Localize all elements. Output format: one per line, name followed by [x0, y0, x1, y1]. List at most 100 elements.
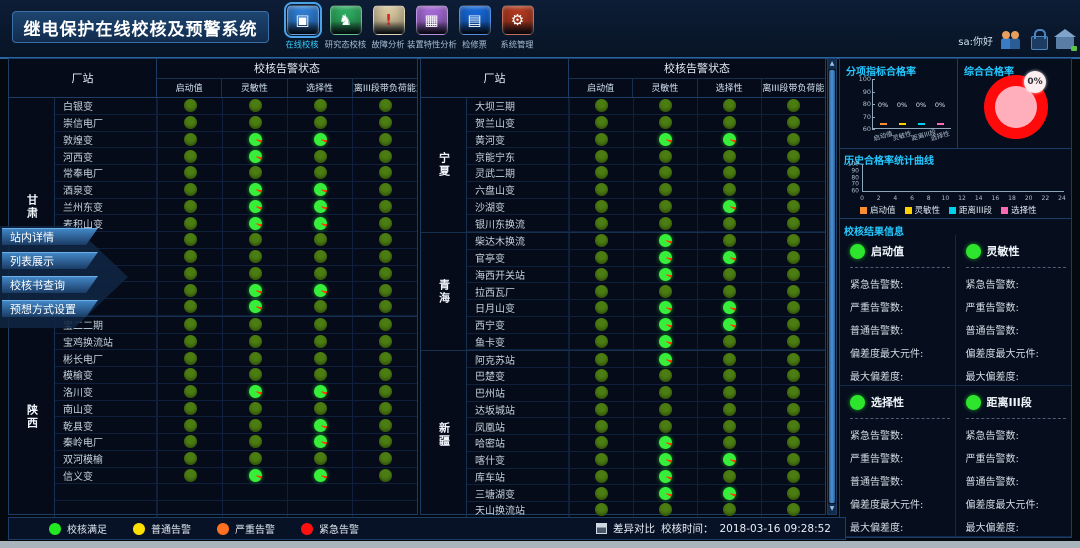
status-dot [379, 452, 392, 465]
scroll-up-icon[interactable]: ▲ [828, 59, 836, 69]
station-row[interactable]: 河西变 [55, 148, 417, 165]
side-menu-button[interactable]: 列表展示 [2, 252, 98, 269]
nav-tab-fault-analysis[interactable]: !故障分析 [367, 5, 410, 51]
status-cell [697, 115, 761, 131]
station-row[interactable]: 三塘湖变 [467, 485, 825, 502]
station-row[interactable]: 凤凰站 [467, 418, 825, 435]
station-row[interactable]: 酒泉变 [55, 182, 417, 199]
legend-item: 距离III段 [949, 204, 992, 216]
station-row[interactable]: 秦岭电厂 [55, 434, 417, 451]
station-row[interactable]: 拉西瓦厂 [467, 283, 825, 300]
station-row[interactable]: 双河模榆 [55, 451, 417, 468]
station-row[interactable]: 宝二二期 [55, 317, 417, 334]
nav-tab-maintenance-ticket[interactable]: ▤检修票 [453, 5, 496, 51]
x-axis-tick: 18 [1008, 195, 1016, 202]
users-icon[interactable] [1001, 31, 1023, 49]
station-row[interactable]: 沙湖变 [467, 199, 825, 216]
status-dot [595, 150, 608, 163]
station-row[interactable] [55, 299, 417, 316]
station-row[interactable]: 银川东换流 [467, 215, 825, 232]
station-row[interactable]: 日月山变 [467, 300, 825, 317]
station-group-rows: 柴达木换流官亭变海西开关站拉西瓦厂日月山变西宁变鱼卡变 [467, 233, 825, 350]
status-dot [723, 453, 736, 466]
station-row[interactable] [55, 232, 417, 249]
status-dot [595, 116, 608, 129]
status-cell [761, 98, 825, 114]
status-dot [787, 234, 800, 247]
diff-compare-icon[interactable] [596, 523, 607, 534]
station-row[interactable]: 达坂城站 [467, 402, 825, 419]
diff-compare-label[interactable]: 差异对比 [613, 521, 655, 536]
station-row[interactable]: 贺兰山变 [467, 115, 825, 132]
nav-tab-device-characteristic-analysis[interactable]: ▦装置特性分析 [410, 5, 453, 51]
station-row[interactable]: 彬长电厂 [55, 350, 417, 367]
status-dot [314, 267, 327, 280]
station-row[interactable]: 库车站 [467, 469, 825, 486]
station-row[interactable]: 柴达木换流 [467, 233, 825, 250]
scrollbar-thumb[interactable] [829, 70, 835, 503]
status-dot [787, 470, 800, 483]
status-cell [222, 249, 287, 265]
station-row[interactable]: 黄河变 [467, 132, 825, 149]
lock-icon[interactable] [1031, 36, 1048, 50]
side-menu-button[interactable]: 站内详情 [2, 228, 98, 245]
status-cell [569, 351, 633, 367]
status-cell [633, 283, 697, 299]
station-row[interactable]: 官亭变 [467, 250, 825, 267]
station-row[interactable]: 灵武二期 [467, 165, 825, 182]
nav-tab-label: 装置特性分析 [407, 39, 457, 51]
home-icon[interactable] [1056, 37, 1074, 49]
nav-tab-online-check[interactable]: ▣在线校核 [281, 5, 324, 51]
status-cell [222, 317, 287, 333]
station-row[interactable]: 兰州东变 [55, 199, 417, 216]
legend-swatch [905, 207, 912, 214]
side-menu-button[interactable]: 预想方式设置 [2, 300, 98, 317]
status-dot [314, 419, 327, 432]
station-row[interactable]: 白银变 [55, 98, 417, 115]
station-row[interactable]: 大坝三期 [467, 98, 825, 115]
status-dot [184, 419, 197, 432]
station-name: 日月山变 [467, 300, 569, 316]
station-row[interactable]: 京能宁东 [467, 148, 825, 165]
station-row[interactable]: 常奉电厂 [55, 165, 417, 182]
station-row[interactable]: 巴州站 [467, 385, 825, 402]
station-row[interactable]: 信义变 [55, 468, 417, 485]
nav-tab-system-management[interactable]: ⚙系统管理 [496, 5, 539, 51]
station-row[interactable]: 南山变 [55, 401, 417, 418]
scroll-down-icon[interactable]: ▼ [828, 504, 836, 514]
status-cell [157, 98, 222, 114]
station-row[interactable]: 洛川变 [55, 384, 417, 401]
status-cell [633, 469, 697, 485]
station-row[interactable]: 巴楚变 [467, 368, 825, 385]
table-scrollbar[interactable]: ▲ ▼ [827, 58, 837, 515]
station-row[interactable]: 麦积山变 [55, 215, 417, 232]
x-axis-tick: 4 [893, 195, 897, 202]
station-row[interactable]: 海西开关站 [467, 267, 825, 284]
station-row[interactable]: 六盘山变 [467, 182, 825, 199]
status-cell [287, 115, 352, 131]
status-dot [184, 267, 197, 280]
station-row[interactable]: 鱼卡变 [467, 334, 825, 351]
station-row[interactable]: 乾县变 [55, 417, 417, 434]
nav-tab-research-check[interactable]: ♞研究态校核 [324, 5, 367, 51]
legend-label: 距离III段 [959, 204, 992, 216]
station-row[interactable]: 模榆变 [55, 367, 417, 384]
station-row[interactable]: 西宁变 [467, 317, 825, 334]
station-row[interactable]: 喀什变 [467, 452, 825, 469]
status-dot [184, 284, 197, 297]
window-bottom-strip [0, 541, 1080, 548]
station-row[interactable] [55, 501, 417, 518]
station-row[interactable]: 宝鸡换流站 [55, 334, 417, 351]
station-row[interactable] [55, 484, 417, 501]
station-row[interactable]: 崇信电厂 [55, 115, 417, 132]
status-cell [287, 165, 352, 181]
status-cell [157, 249, 222, 265]
station-row[interactable]: 哈密站 [467, 435, 825, 452]
station-row[interactable]: 阿克苏站 [467, 351, 825, 368]
side-menu-button[interactable]: 校核书查询 [2, 276, 98, 293]
station-row[interactable]: 敦煌变 [55, 132, 417, 149]
history-chart: 10090807060024681012141618202224 [844, 164, 1068, 202]
status-dot [723, 268, 736, 281]
overall-rate-box: 综合合格率 0% [958, 59, 1071, 148]
legend-item: 启动值 [860, 204, 896, 216]
